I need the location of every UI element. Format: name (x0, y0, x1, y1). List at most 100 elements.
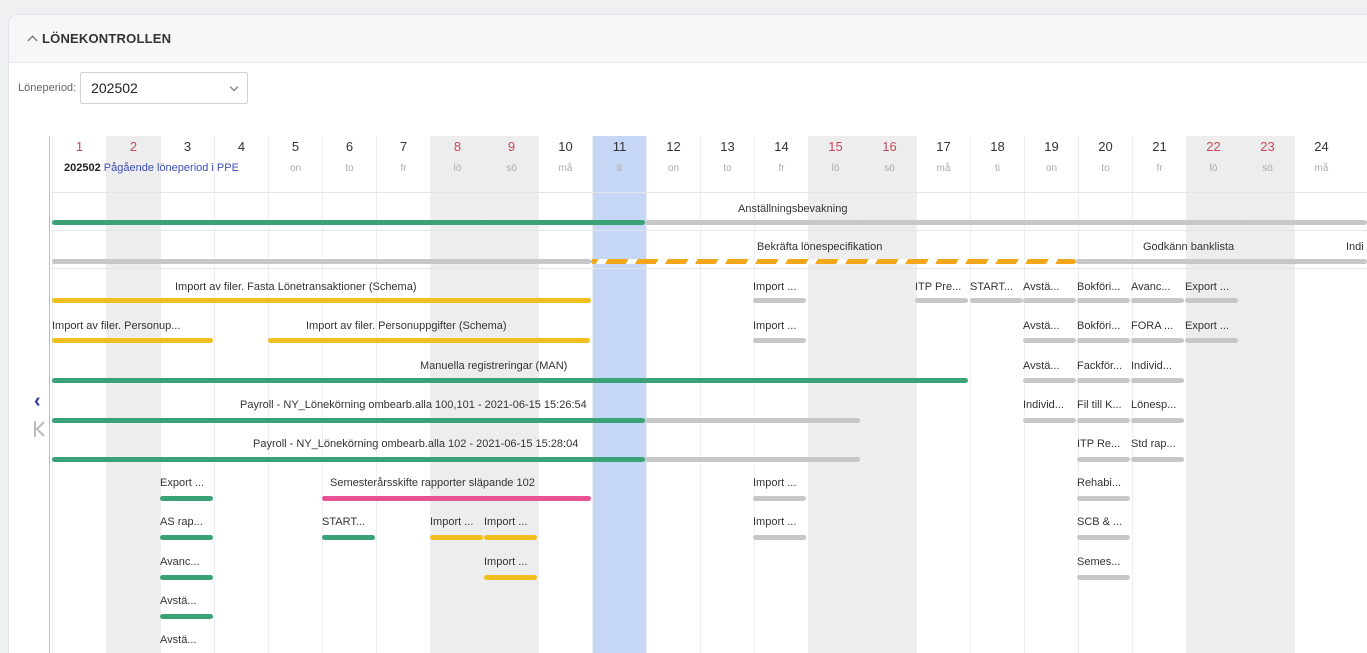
task-bar-itp-re[interactable] (1077, 457, 1130, 462)
task-bar-avsta-1[interactable] (1023, 298, 1076, 303)
task-label-std-rap[interactable]: Std rap... (1131, 438, 1176, 450)
task-bar-semes[interactable] (1077, 575, 1130, 580)
task-label-as-rap[interactable]: AS rap... (160, 516, 203, 528)
task-label-indi[interactable]: Indi (1346, 241, 1364, 253)
task-label-fora[interactable]: FORA ... (1131, 320, 1173, 332)
task-label-lonesp[interactable]: Lönesp... (1131, 399, 1176, 411)
day-name: sö (506, 163, 517, 174)
task-bar-payroll2-done[interactable] (52, 457, 645, 462)
task-bar-avsta-a[interactable] (160, 614, 213, 619)
task-label-bokfori-2[interactable]: Bokföri... (1077, 320, 1120, 332)
task-label-scb[interactable]: SCB & ... (1077, 516, 1122, 528)
task-label-export1[interactable]: Export ... (160, 477, 204, 489)
task-bar-import-a[interactable] (430, 535, 483, 540)
task-bar-payroll2-pending[interactable] (645, 457, 860, 462)
task-label-manuella[interactable]: Manuella registreringar (MAN) (420, 360, 567, 372)
task-bar-semester[interactable] (322, 496, 591, 501)
task-label-avanc1[interactable]: Avanc... (160, 556, 200, 568)
task-bar-bekrafta-after[interactable] (1076, 259, 1367, 264)
task-bar-avanc-2[interactable] (1131, 298, 1184, 303)
previous-period-icon[interactable]: ‹ (34, 390, 41, 413)
task-bar-anstallning-pending[interactable] (645, 220, 1367, 225)
task-bar-bekrafta-active[interactable] (591, 259, 1076, 264)
task-bar-itp-pre[interactable] (915, 298, 968, 303)
first-period-icon[interactable] (33, 418, 47, 440)
task-bar-fackfor[interactable] (1077, 378, 1130, 383)
task-bar-scb[interactable] (1077, 535, 1130, 540)
day-number: 21 (1152, 139, 1167, 154)
task-label-import-b[interactable]: Import ... (484, 516, 527, 528)
task-bar-individ-1[interactable] (1131, 378, 1184, 383)
task-label-rehabi[interactable]: Rehabi... (1077, 477, 1121, 489)
task-label-import-personup[interactable]: Import av filer. Personup... (52, 320, 180, 332)
task-label-anstallning[interactable]: Anställningsbevakning (738, 203, 847, 215)
task-label-export-2[interactable]: Export ... (1185, 281, 1229, 293)
task-label-import-14c[interactable]: Import ... (753, 477, 796, 489)
task-label-import-personuppgifter[interactable]: Import av filer. Personuppgifter (Schema… (306, 320, 507, 332)
task-bar-fil-till[interactable] (1077, 418, 1130, 423)
task-bar-avsta-2[interactable] (1023, 338, 1076, 343)
task-label-fil-till[interactable]: Fil till K... (1077, 399, 1122, 411)
task-label-import-a[interactable]: Import ... (430, 516, 473, 528)
task-bar-std-rap[interactable] (1131, 457, 1184, 462)
task-label-bekrafta[interactable]: Bekräfta lönespecifikation (757, 241, 882, 253)
task-bar-bokfori-2[interactable] (1077, 338, 1130, 343)
task-bar-as-rap[interactable] (160, 535, 213, 540)
task-bar-import-personup[interactable] (52, 338, 213, 343)
task-bar-rehabi[interactable] (1077, 496, 1130, 501)
task-bar-manuella[interactable] (52, 378, 968, 383)
task-bar-bokfori-1[interactable] (1077, 298, 1130, 303)
task-bar-import-personuppgifter[interactable] (268, 338, 590, 343)
task-bar-import-14a[interactable] (753, 298, 806, 303)
task-bar-import-14d[interactable] (753, 535, 806, 540)
period-info-link[interactable]: Pågående löneperiod i PPE (104, 162, 239, 174)
task-label-avsta-2[interactable]: Avstä... (1023, 320, 1059, 332)
task-bar-individ-2[interactable] (1023, 418, 1076, 423)
task-label-avsta-a[interactable]: Avstä... (160, 595, 196, 607)
day-name: fr (400, 163, 407, 174)
task-label-bokfori-1[interactable]: Bokföri... (1077, 281, 1120, 293)
day-number: 20 (1098, 139, 1113, 154)
task-bar-fora[interactable] (1131, 338, 1184, 343)
task-label-export-3[interactable]: Export ... (1185, 320, 1229, 332)
task-bar-export-2[interactable] (1185, 298, 1238, 303)
task-bar-avsta-3[interactable] (1023, 378, 1076, 383)
task-bar-bekrafta-before[interactable] (52, 259, 591, 264)
day-name: lö (831, 163, 840, 174)
task-label-import-14a[interactable]: Import ... (753, 281, 796, 293)
task-label-godkann[interactable]: Godkänn banklista (1143, 241, 1234, 253)
task-label-start1[interactable]: START... (322, 516, 365, 528)
task-bar-import-c[interactable] (484, 575, 537, 580)
task-bar-import-14c[interactable] (753, 496, 806, 501)
task-bar-export-3[interactable] (1185, 338, 1238, 343)
task-label-itp-re[interactable]: ITP Re... (1077, 438, 1120, 450)
task-label-individ-2[interactable]: Individ... (1023, 399, 1064, 411)
task-label-avsta-b[interactable]: Avstä... (160, 634, 196, 646)
task-label-import-fasta[interactable]: Import av filer. Fasta Lönetransaktioner… (175, 281, 417, 293)
task-label-individ-1[interactable]: Individ... (1131, 360, 1172, 372)
task-label-fackfor[interactable]: Fackför... (1077, 360, 1122, 372)
task-label-avsta-1[interactable]: Avstä... (1023, 281, 1059, 293)
task-label-import-14d[interactable]: Import ... (753, 516, 796, 528)
task-label-payroll2[interactable]: Payroll - NY_Lönekörning ombearb.alla 10… (253, 438, 578, 450)
task-label-avanc-2[interactable]: Avanc... (1131, 281, 1171, 293)
task-bar-import-b[interactable] (484, 535, 537, 540)
task-bar-payroll1-done[interactable] (52, 418, 645, 423)
task-bar-export1[interactable] (160, 496, 213, 501)
task-bar-start2[interactable] (970, 298, 1023, 303)
task-label-avsta-3[interactable]: Avstä... (1023, 360, 1059, 372)
task-bar-import-fasta[interactable] (52, 298, 591, 303)
task-bar-import-14b[interactable] (753, 338, 806, 343)
task-label-itp-pre[interactable]: ITP Pre... (915, 281, 961, 293)
task-bar-anstallning-done[interactable] (52, 220, 645, 225)
task-label-payroll1[interactable]: Payroll - NY_Lönekörning ombearb.alla 10… (240, 399, 587, 411)
task-bar-start1[interactable] (322, 535, 375, 540)
task-bar-avanc1[interactable] (160, 575, 213, 580)
task-label-import-c[interactable]: Import ... (484, 556, 527, 568)
task-label-start2[interactable]: START... (970, 281, 1013, 293)
task-bar-payroll1-pending[interactable] (645, 418, 860, 423)
task-label-semes[interactable]: Semes... (1077, 556, 1120, 568)
task-label-semester[interactable]: Semesterårsskifte rapporter släpande 102 (330, 477, 535, 489)
task-label-import-14b[interactable]: Import ... (753, 320, 796, 332)
task-bar-lonesp[interactable] (1131, 418, 1184, 423)
